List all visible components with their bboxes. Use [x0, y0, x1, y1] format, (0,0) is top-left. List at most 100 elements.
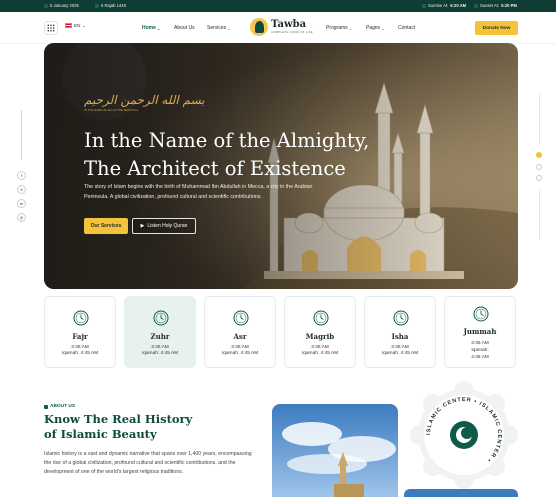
moon-calendar-icon: [95, 3, 99, 8]
sunset-icon: [474, 3, 478, 8]
prayer-name: Jummah: [463, 327, 497, 336]
iqamah-time-extra: 4:45 AM: [471, 355, 489, 360]
linkedin-icon[interactable]: in: [17, 199, 26, 208]
top-info-bar: 5 January 2025 6 Rajab 1446 Sunrise At: …: [0, 0, 556, 12]
sunrise-info: Sunrise At: 6:20 AM: [422, 3, 466, 8]
calligraphy-subtitle: IN THE NAME OF ALLAH THE MERCIFUL: [84, 109, 139, 112]
bismillah-calligraphy: بسم الله الرحمن الرحيم: [84, 93, 205, 107]
clock-icon: [313, 310, 329, 326]
prayer-times: 3:45 AM Iqamah: 4:45 AM: [365, 345, 435, 357]
hero-title: In the Name of the Almighty, The Archite…: [84, 127, 384, 183]
nav-about[interactable]: About Us: [174, 25, 195, 31]
prayer-name: Zuhr: [150, 332, 170, 341]
prayer-card-jummah[interactable]: Jummah 3:45 AM Iqamah: 4:45 AM: [444, 296, 516, 368]
chevron-down-icon: ⌄: [227, 25, 231, 31]
prayer-card-magrib[interactable]: Magrib 3:45 AM Iqamah: 4:45 AM: [284, 296, 356, 368]
slider-dot-2[interactable]: [536, 164, 542, 170]
calendar-icon: [44, 3, 48, 8]
gregorian-date: 5 January 2025: [44, 3, 79, 8]
about-title: Know The Real History of Islamic Beauty: [44, 412, 244, 442]
prayer-name: Isha: [391, 332, 409, 341]
prayer-card-fajr[interactable]: Fajr 3:45 AM Iqamah: 4:45 AM: [44, 296, 116, 368]
donate-label: Donate Now: [482, 25, 511, 31]
donate-button[interactable]: Donate Now: [475, 21, 518, 35]
hijri-date: 6 Rajab 1446: [95, 3, 126, 8]
site-logo[interactable]: Tawba COMPLETE CODE OF LIFE: [250, 18, 313, 36]
uk-flag-icon: [65, 23, 72, 28]
clock-icon: [233, 310, 249, 326]
about-tag-label: ABOUT US: [50, 404, 76, 409]
prayer-times: 3:45 AM Iqamah: 4:45 AM: [285, 345, 355, 357]
mosque-logo-icon: [250, 18, 268, 36]
pagination-line-top: [539, 93, 540, 143]
facebook-icon[interactable]: f: [17, 171, 26, 180]
sunrise-label: Sunrise At:: [428, 3, 449, 8]
x-twitter-icon[interactable]: X: [17, 185, 26, 194]
chevron-down-icon: ⌄: [348, 25, 353, 31]
prayer-card-zuhr[interactable]: Zuhr 3:45 AM Iqamah: 4:45 AM: [124, 296, 196, 368]
main-header: EN ⌄ Home ⌄ About Us Services ⌄ Tawba COMP…: [0, 12, 556, 44]
clock-icon: [393, 310, 409, 326]
prayer-times: 3:45 AM Iqamah: 4:45 AM: [205, 345, 275, 357]
hijri-date-text: 6 Rajab 1446: [101, 3, 126, 8]
iqamah-time: Iqamah:: [471, 348, 489, 353]
prayer-card-isha[interactable]: Isha 3:45 AM Iqamah: 4:45 AM: [364, 296, 436, 368]
slider-dot-1[interactable]: [536, 152, 542, 158]
about-description: Islamic history is a vast and dynamic na…: [44, 451, 252, 475]
prayer-times: 3:45 AM Iqamah: 4:45 AM: [45, 345, 115, 357]
mosque-sky-image: [282, 422, 396, 497]
nav-about-label: About Us: [174, 25, 195, 31]
prayer-name: Magrib: [305, 332, 335, 341]
nav-pages[interactable]: Pages ⌄: [366, 25, 385, 31]
iqamah-time: Iqamah: 4:45 AM: [301, 351, 339, 356]
nav-programs[interactable]: Programs ⌄: [326, 25, 352, 31]
about-tag: ABOUT US: [44, 404, 75, 409]
instagram-icon[interactable]: ◎: [17, 213, 26, 222]
clock-icon: [473, 306, 489, 322]
islamic-center-badge: ISLAMIC CENTER • ISLAMIC CENTER •: [410, 381, 518, 489]
islamic-center-seal: ISLAMIC CENTER • ISLAMIC CENTER •: [410, 381, 518, 489]
iqamah-time: Iqamah: 4:45 AM: [381, 351, 419, 356]
hero-title-line2: The Architect of Existence: [84, 157, 346, 180]
sunrise-icon: [422, 3, 426, 8]
iqamah-time: Iqamah: 4:45 AM: [221, 351, 259, 356]
our-services-button[interactable]: Our Services: [84, 218, 128, 234]
nav-programs-label: Programs: [326, 25, 348, 31]
prayer-name: Fajr: [72, 332, 88, 341]
nav-home[interactable]: Home ⌄: [142, 25, 160, 31]
nav-contact-label: Contact: [398, 25, 416, 31]
slider-dot-3[interactable]: [536, 175, 542, 181]
language-selector[interactable]: EN ⌄: [65, 23, 86, 28]
nav-services[interactable]: Services ⌄: [207, 25, 231, 31]
nav-home-label: Home: [142, 25, 156, 31]
prayer-name: Asr: [233, 332, 247, 341]
pagination-line-bottom: [539, 190, 540, 240]
tag-icon: [44, 404, 48, 409]
instagram-glyph: ◎: [19, 215, 24, 220]
chevron-down-icon: ⌄: [381, 25, 385, 31]
chevron-down-icon: ⌄: [156, 25, 161, 31]
prayer-times: 3:45 AM Iqamah: 4:45 AM: [125, 345, 195, 357]
iqamah-time: Iqamah: 4:45 AM: [61, 351, 99, 356]
prayer-times: 3:45 AM Iqamah: 4:45 AM: [445, 340, 515, 361]
hero-description: The story of Islam begins with the birth…: [84, 184, 313, 200]
headphones-icon: ▶: [140, 223, 145, 229]
nav-contact[interactable]: Contact: [398, 25, 415, 31]
menu-grid-button[interactable]: [44, 21, 58, 35]
facebook-glyph: f: [20, 173, 23, 178]
prayer-card-asr[interactable]: Asr 3:45 AM Iqamah: 4:45 AM: [204, 296, 276, 368]
sunset-info: Sunset At: 5:20 PM: [474, 3, 517, 8]
our-services-label: Our Services: [90, 223, 122, 229]
logo-title: Tawba: [271, 19, 307, 30]
listen-quran-button[interactable]: ▶ Listen Holy Quran: [132, 218, 196, 234]
hero-banner: بسم الله الرحمن الرحيم IN THE NAME OF AL…: [44, 43, 518, 289]
about-title-line1: Know The Real History: [44, 412, 193, 426]
second-photo: [404, 489, 518, 497]
linkedin-glyph: in: [19, 201, 24, 206]
logo-tagline: COMPLETE CODE OF LIFE: [271, 30, 313, 34]
iqamah-time: Iqamah: 4:45 AM: [141, 351, 179, 356]
chevron-down-icon: ⌄: [82, 23, 86, 28]
about-mosque-photo: [272, 404, 398, 497]
sunset-time: 5:20 PM: [501, 3, 517, 8]
gregorian-date-text: 5 January 2025: [50, 3, 79, 8]
